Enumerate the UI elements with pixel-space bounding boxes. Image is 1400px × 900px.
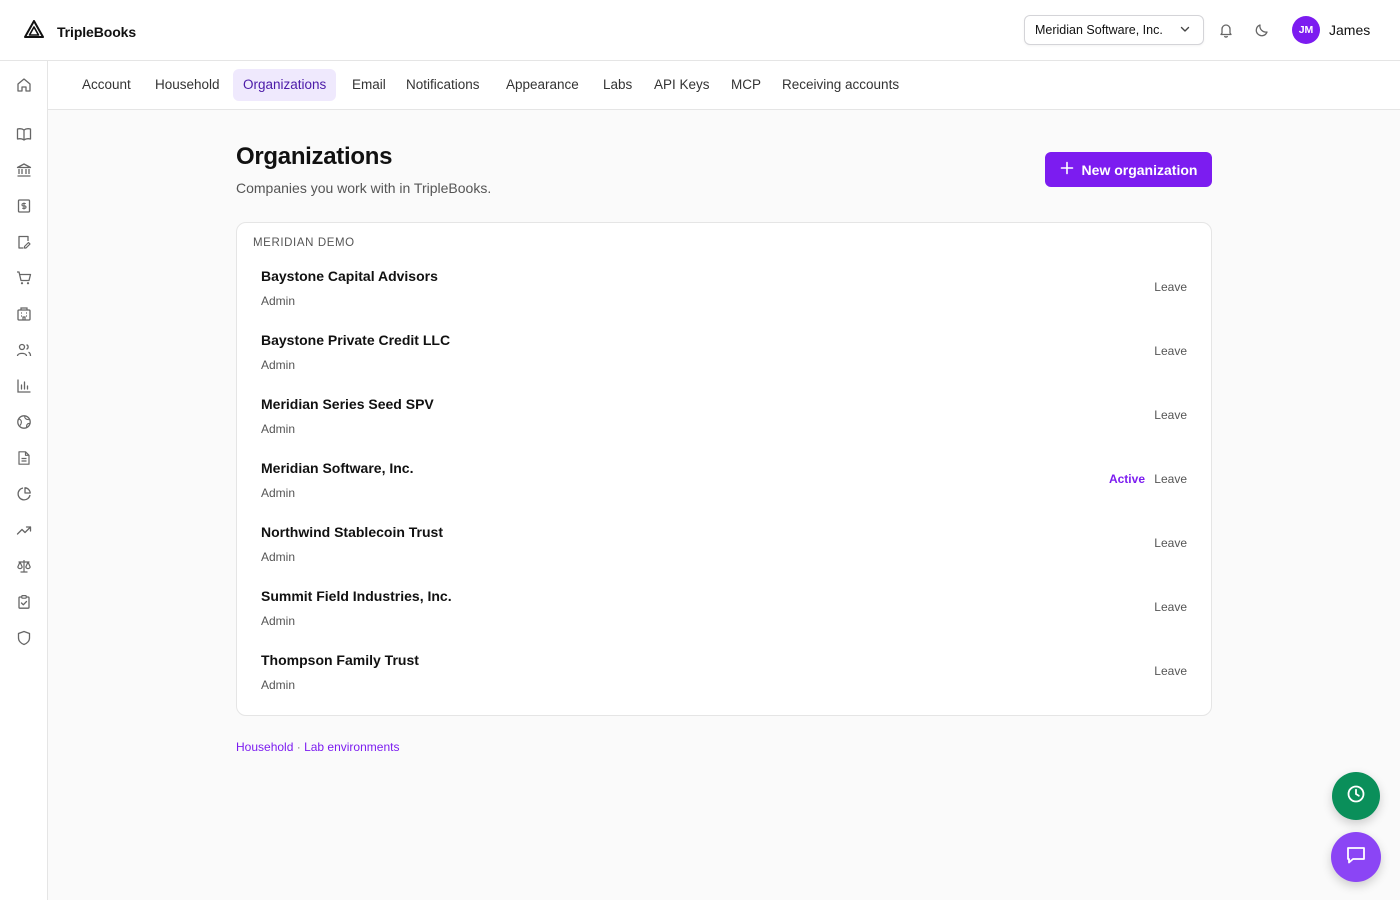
new-organization-label: New organization [1081,161,1198,178]
organization-row: Baystone Capital Advisors Admin Leave [237,268,1211,332]
leave-button[interactable]: Leave [1154,536,1187,550]
bell-icon[interactable] [1217,21,1235,39]
tab-appearance[interactable]: Appearance [496,69,589,101]
pie-chart-icon[interactable] [15,485,33,503]
organization-name: Meridian Series Seed SPV [261,396,434,412]
leave-button[interactable]: Leave [1154,280,1187,294]
org-selector-value: Meridian Software, Inc. [1035,23,1163,37]
tab-account[interactable]: Account [72,69,141,101]
organization-role: Admin [261,358,296,372]
group-label: MERIDIAN DEMO [253,237,355,249]
household-link[interactable]: Household [236,740,293,754]
lab-environments-link[interactable]: Lab environments [304,740,399,754]
settings-tabs: Account Household Organizations Email No… [48,61,1400,110]
organization-role: Admin [261,678,296,692]
organization-name: Northwind Stablecoin Trust [261,524,444,540]
bar-chart-icon[interactable] [15,377,33,395]
leave-button[interactable]: Leave [1154,664,1187,678]
user-menu[interactable]: JM James [1292,16,1370,44]
scale-icon[interactable] [15,557,33,575]
organization-row: Baystone Private Credit LLC Admin Leave [237,332,1211,396]
avatar: JM [1292,16,1320,44]
shield-icon[interactable] [15,629,33,647]
organization-row: Northwind Stablecoin Trust Admin Leave [237,524,1211,588]
user-name: James [1329,22,1371,38]
building-icon[interactable] [15,305,33,323]
top-header: TripleBooks Meridian Software, Inc. JM J… [0,0,1400,61]
globe-icon[interactable] [15,413,33,431]
organization-role: Admin [261,614,296,628]
organization-role: Admin [261,294,296,308]
tab-notifications[interactable]: Notifications [396,69,490,101]
book-open-icon[interactable] [15,125,33,143]
active-badge: Active [1108,472,1145,486]
chat-icon [1345,844,1367,871]
logo-icon [24,20,44,43]
moon-icon[interactable] [1253,21,1271,39]
tab-labs[interactable]: Labs [593,69,642,101]
leave-button[interactable]: Leave [1154,408,1187,422]
page-subtitle: Companies you work with in TripleBooks. [236,180,492,196]
dollar-document-icon[interactable] [15,197,33,215]
tab-mcp[interactable]: MCP [721,69,771,101]
clipboard-check-icon[interactable] [15,593,33,611]
users-icon[interactable] [15,341,33,359]
footer-separator: · [296,740,301,754]
edit-document-icon[interactable] [15,233,33,251]
footer-links: Household · Lab environments [236,740,399,754]
cart-icon[interactable] [15,269,33,287]
organization-role: Admin [261,422,296,436]
leave-button[interactable]: Leave [1154,344,1187,358]
organization-role: Admin [261,550,296,564]
tab-receiving-accounts[interactable]: Receiving accounts [772,69,909,101]
organization-name: Thompson Family Trust [261,652,419,668]
organization-row-active: Meridian Software, Inc. Admin Active Lea… [237,460,1211,524]
brand-name: TripleBooks [57,23,137,40]
tab-email[interactable]: Email [342,69,396,101]
organization-name: Baystone Capital Advisors [261,268,438,284]
brand[interactable]: TripleBooks [24,20,136,43]
file-text-icon[interactable] [15,449,33,467]
chat-fab-button[interactable] [1331,832,1381,882]
trending-up-icon[interactable] [15,521,33,539]
leave-button[interactable]: Leave [1154,472,1187,486]
page-title: Organizations [236,143,393,170]
organizations-card: MERIDIAN DEMO Baystone Capital Advisors … [236,222,1212,716]
organization-row: Summit Field Industries, Inc. Admin Leav… [237,588,1211,652]
sidebar [0,61,48,900]
bank-icon[interactable] [15,161,33,179]
organization-row: Meridian Series Seed SPV Admin Leave [237,396,1211,460]
tab-organizations[interactable]: Organizations [233,69,337,101]
organization-name: Meridian Software, Inc. [261,460,414,476]
leave-button[interactable]: Leave [1154,600,1187,614]
organization-name: Baystone Private Credit LLC [261,332,451,348]
tab-household[interactable]: Household [145,69,230,101]
plus-icon [1060,161,1074,178]
clock-fab-button[interactable] [1332,772,1380,820]
org-selector[interactable]: Meridian Software, Inc. [1024,15,1204,45]
organization-row: Thompson Family Trust Admin Leave [237,652,1211,716]
home-icon[interactable] [15,76,33,94]
organization-role: Admin [261,486,296,500]
chevron-down-icon [1179,23,1191,38]
clock-icon [1346,784,1366,809]
tab-api-keys[interactable]: API Keys [644,69,720,101]
organization-name: Summit Field Industries, Inc. [261,588,452,604]
new-organization-button[interactable]: New organization [1045,152,1212,187]
